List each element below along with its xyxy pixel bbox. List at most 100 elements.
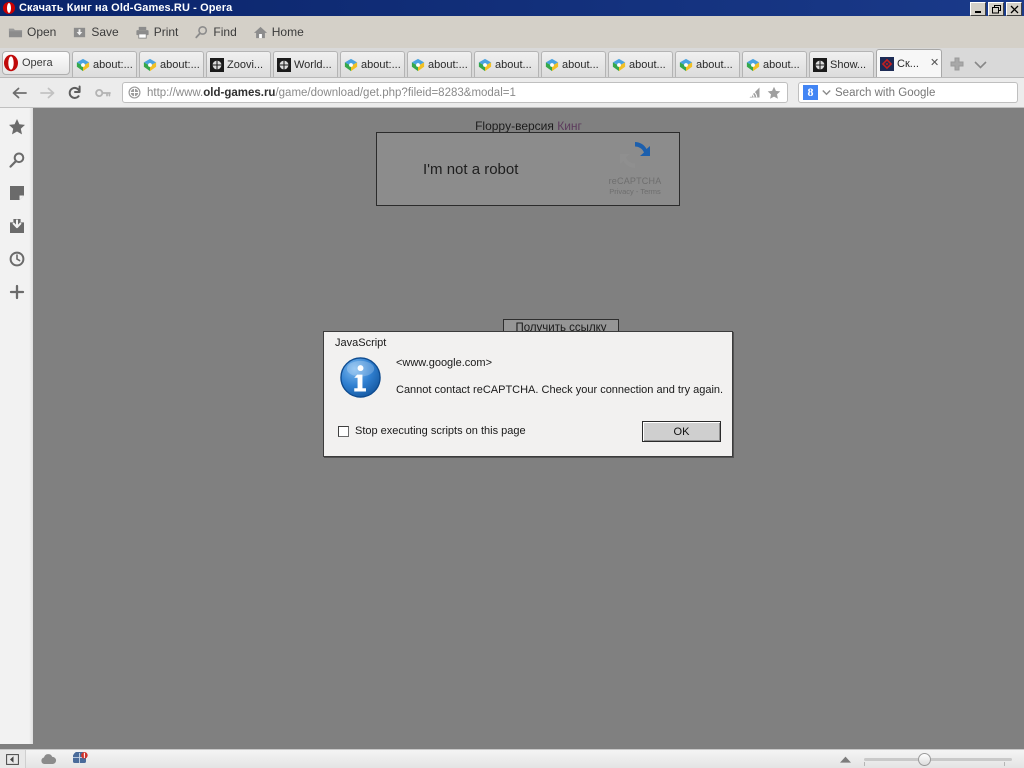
opera-page-icon [746,58,760,72]
stop-scripts-checkbox[interactable] [338,426,349,437]
tab-item[interactable]: about:... [72,51,137,77]
house-icon [253,25,268,40]
triangle-up-icon[interactable] [839,755,852,764]
save-download-icon [72,25,87,40]
new-tab-button[interactable] [946,51,968,77]
tab-item[interactable]: World... [273,51,338,77]
printer-icon [135,25,150,40]
opera-page-icon [143,58,157,72]
panel-toggle-icon [6,754,19,765]
tab-item[interactable]: about:... [340,51,405,77]
tab-bar: Opera about:... about:... Zoovi... World...… [0,48,1024,78]
dialog-message: Cannot contact reCAPTCHA. Check your con… [396,384,723,396]
clock-icon[interactable] [8,250,26,268]
tab-item[interactable]: about:... [407,51,472,77]
tab-label: World... [294,59,335,71]
zoom-knob[interactable] [918,753,931,766]
tab-label: about:... [428,59,469,71]
minimize-button[interactable] [970,2,986,16]
note-icon[interactable] [8,184,26,202]
tab-item[interactable]: about... [608,51,673,77]
print-button[interactable]: Print [135,25,179,40]
opera-page-icon [679,58,693,72]
tab-label: about... [696,59,737,71]
blocked-content-icon[interactable] [71,752,89,767]
maximize-button[interactable] [988,2,1004,16]
window-title: Скачать Кинг на Old-Games.RU - Opera [19,2,232,14]
star-icon[interactable] [8,118,26,136]
home-label: Home [272,25,304,39]
status-bar [0,749,1024,768]
open-button[interactable]: Open [8,25,56,40]
find-button[interactable]: Find [194,25,236,40]
address-bar: http://www.old-games.ru/game/download/ge… [0,78,1024,108]
reload-button[interactable] [62,82,88,104]
cloud-icon[interactable] [40,753,57,765]
page-heading-link[interactable]: Кинг [557,119,582,133]
home-button[interactable]: Home [253,25,304,40]
tab-label: about... [629,59,670,71]
forward-arrow-icon [39,86,56,100]
tab-label: about... [763,59,804,71]
save-label: Save [91,25,118,39]
tab-item[interactable]: about... [675,51,740,77]
dialog-ok-button[interactable]: OK [642,421,721,442]
recaptcha-branding: reCAPTCHA Privacy - Terms [597,137,673,196]
left-sidebar [0,108,33,744]
chevron-down-icon[interactable] [822,89,831,96]
search-field[interactable]: 8 Search with Google [798,82,1018,103]
old-games-icon [880,57,894,71]
recaptcha-widget[interactable]: I'm not a robot reCAPTCHA Privacy - Term… [376,132,680,206]
tab-label: about:... [93,59,134,71]
main-toolbar: Open Save Print Find [0,16,1024,48]
tab-item[interactable]: Show... [809,51,874,77]
zoom-slider[interactable] [864,753,1012,765]
close-button[interactable] [1006,2,1022,16]
star-icon[interactable] [767,86,781,100]
opera-browser-window: Скачать Кинг на Old-Games.RU - Opera [0,0,1024,768]
recaptcha-arrows-icon [614,137,656,175]
plus-icon[interactable] [8,283,26,301]
tab-label: about:... [361,59,402,71]
opera-page-icon [545,58,559,72]
dialog-title: JavaScript [335,337,386,349]
magnifier-icon[interactable] [8,151,26,169]
open-label: Open [27,25,56,39]
opera-page-icon [411,58,425,72]
download-icon[interactable] [8,217,26,235]
chevron-down-icon [974,60,987,69]
recaptcha-checkbox-label: I'm not a robot [423,161,518,178]
find-label: Find [213,25,236,39]
title-bar: Скачать Кинг на Old-Games.RU - Opera [0,0,1024,16]
magnifier-icon [194,25,209,40]
stop-scripts-checkbox-row[interactable]: Stop executing scripts on this page [338,425,526,437]
tab-item[interactable]: about... [742,51,807,77]
google-badge-icon: 8 [803,85,818,100]
rss-icon[interactable] [748,86,761,99]
folder-icon [8,25,23,40]
forward-button[interactable] [34,82,60,104]
dark-globe-icon [277,58,291,72]
window-controls [970,2,1022,16]
opera-logo-icon [3,2,15,14]
zoom-track [864,758,1012,761]
tab-item[interactable]: about:... [139,51,204,77]
tab-menu-button[interactable] [968,51,992,77]
tab-close-icon[interactable]: ✕ [930,58,939,69]
tab-item[interactable]: about... [541,51,606,77]
save-button[interactable]: Save [72,25,118,40]
tab-item[interactable]: Zoovi... [206,51,271,77]
url-action-icons [748,86,783,100]
password-key-button[interactable] [90,82,116,104]
url-field[interactable]: http://www.old-games.ru/game/download/ge… [122,82,788,103]
tab-label: Ск... [897,58,927,70]
page-heading: Floppy-версия Кинг [33,119,1024,133]
tab-item[interactable]: about... [474,51,539,77]
tab-item[interactable]: Ск...✕ [876,49,942,77]
panel-toggle-button[interactable] [0,750,26,768]
tab-label: about:... [160,59,201,71]
opera-menu-button[interactable]: Opera [2,51,70,75]
plus-icon [950,57,964,71]
back-button[interactable] [6,82,32,104]
recaptcha-terms[interactable]: Privacy - Terms [609,187,661,196]
